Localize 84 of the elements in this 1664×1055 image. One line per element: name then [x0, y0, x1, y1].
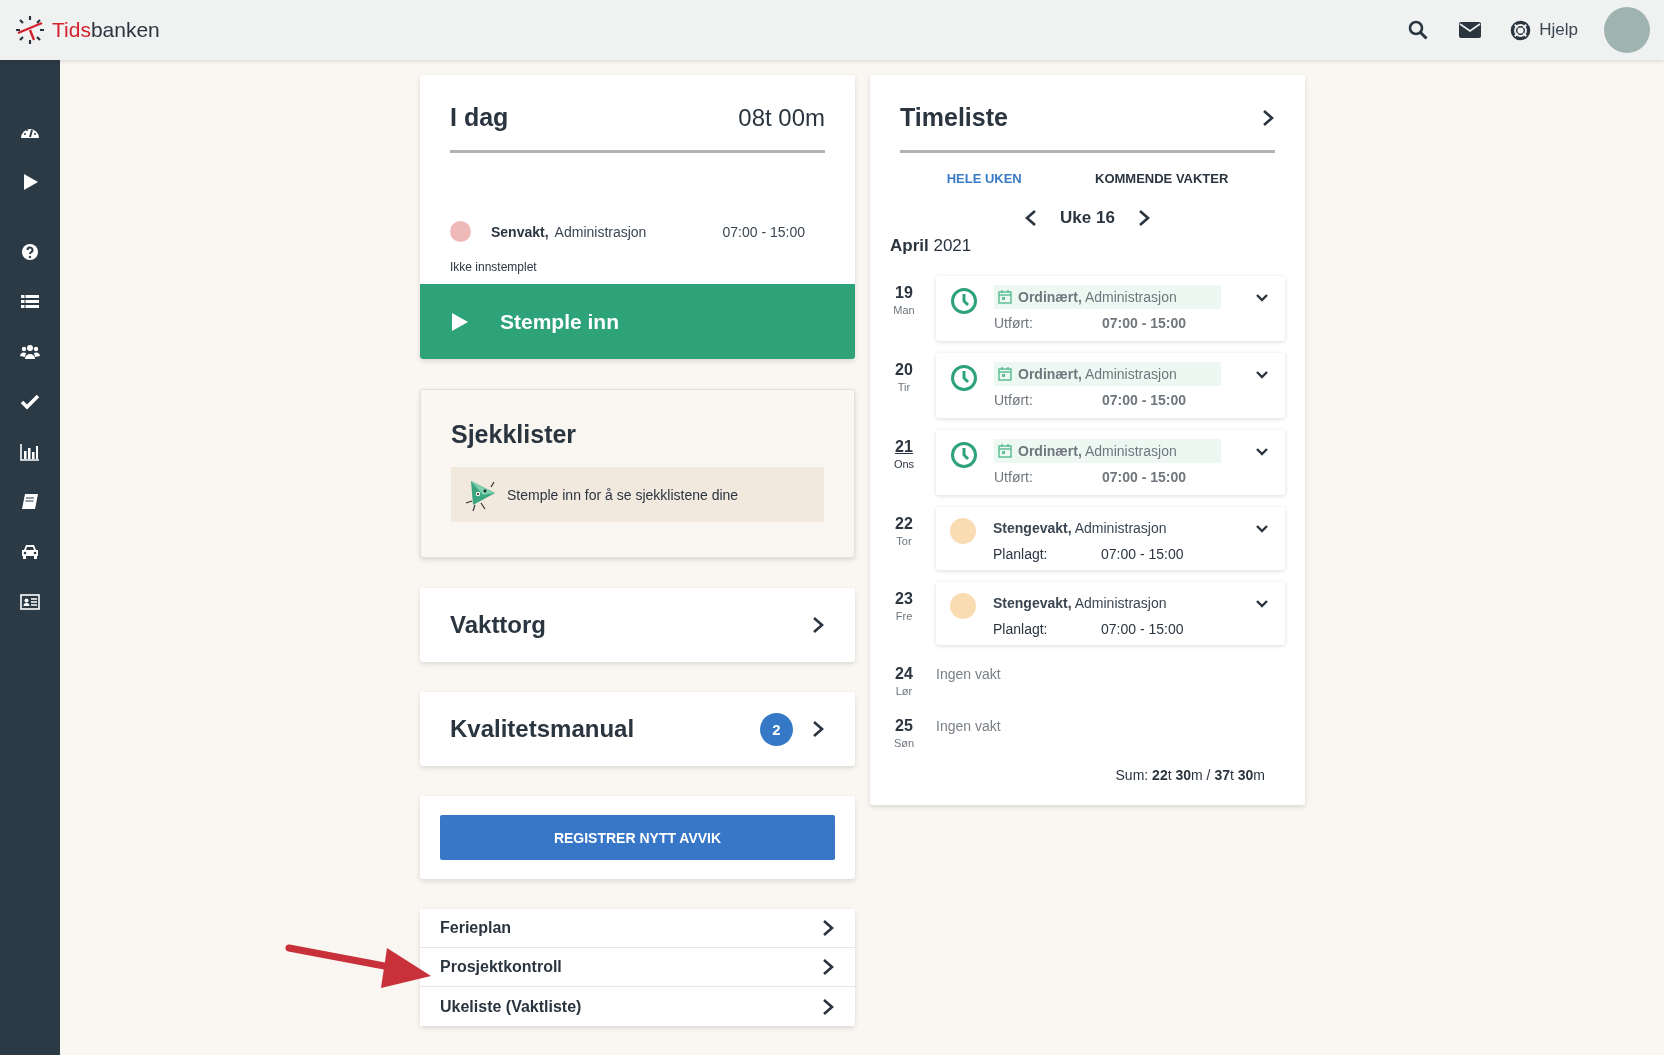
calendar-icon: [998, 290, 1012, 304]
clock-icon: [950, 287, 978, 315]
card-title: I dag: [450, 103, 509, 132]
clock-status: Ikke innstemplet: [450, 260, 537, 274]
chevron-right-icon: [811, 616, 825, 634]
users-icon[interactable]: [20, 342, 40, 362]
id-card-icon[interactable]: [20, 592, 40, 612]
day-number: 23: [895, 590, 913, 608]
status-label: Utført:: [994, 315, 1034, 331]
notice-text: Stemple inn for å se sjekklistene dine: [507, 486, 739, 503]
shift-time: 07:00 - 15:00: [1102, 469, 1187, 485]
logo-text: Tidsbanken: [52, 18, 160, 42]
total-hours: 08t 00m: [738, 103, 825, 132]
count-badge: 2: [760, 712, 793, 746]
clock-icon: [950, 364, 978, 392]
chevron-right-icon: [821, 997, 835, 1016]
card-title: Sjekklister: [451, 420, 578, 449]
tab[interactable]: KOMMENDE VAKTER: [1087, 167, 1237, 190]
bar-chart-icon[interactable]: [20, 442, 40, 462]
play-icon: [450, 310, 470, 333]
shift-entry[interactable]: Stengevakt, Administrasjon Planlagt: 07:00 - 15:00: [936, 507, 1285, 570]
register-deviation-button[interactable]: REGISTRER NYTT AVVIK: [440, 815, 835, 860]
day-number: 22: [895, 515, 913, 533]
shift-time: 07:00 - 15:00: [1101, 621, 1184, 637]
status-label: Planlagt:: [993, 621, 1049, 637]
chevron-right-icon: [821, 919, 835, 937]
envelope-icon: [1459, 22, 1482, 38]
shift-label: Stengevakt, Administrasjon: [993, 519, 1168, 538]
menu-link[interactable]: Prosjektkontroll: [420, 948, 855, 987]
weekday: Søn: [893, 737, 915, 749]
help-link[interactable]: Hjelp: [1510, 19, 1578, 41]
day-number: 21: [895, 438, 913, 456]
weekly-sum: Sum: 22t 30m / 37t 30m: [1115, 767, 1265, 783]
shift-entry[interactable]: Ordinært, Administrasjon Utført: 07:00 - 15:00: [936, 353, 1285, 418]
chevron-right-icon: [821, 958, 835, 976]
shift-entry[interactable]: Ordinært, Administrasjon Utført: 07:00 - 15:00: [936, 430, 1285, 495]
shift-entry[interactable]: Stengevakt, Administrasjon Planlagt: 07:00 - 15:00: [936, 582, 1285, 645]
day-number: 20: [895, 361, 913, 379]
car-icon[interactable]: [20, 542, 40, 562]
lifebuoy-icon: [1510, 19, 1532, 41]
day-number: 19: [895, 284, 913, 302]
week-label: Uke 16: [1060, 208, 1115, 228]
calendar-icon: [998, 444, 1012, 458]
status-label: Utført:: [994, 469, 1034, 485]
chevron-right-icon: [811, 720, 825, 738]
chevron-right-icon: [1261, 108, 1275, 127]
help-icon[interactable]: [20, 242, 40, 262]
weekday: Tir: [897, 381, 911, 393]
no-shift-text: Ingen vakt: [936, 717, 1001, 734]
shift-label: Ordinært, Administrasjon: [994, 285, 1221, 309]
open-button[interactable]: [1261, 108, 1275, 127]
calendar-icon: [998, 367, 1012, 381]
clock-icon: [950, 441, 978, 469]
quality-manual-card[interactable]: Kvalitetsmanual 2: [420, 692, 855, 766]
card-title: Timeliste: [900, 103, 1008, 132]
department: Administrasjon: [554, 223, 647, 240]
search-icon: [1408, 20, 1429, 40]
status-label: Planlagt:: [993, 546, 1049, 562]
menu-link[interactable]: Ferieplan: [420, 909, 855, 948]
shift-time: 07:00 - 15:00: [722, 223, 805, 240]
month-label: April 2021: [890, 236, 972, 256]
shift-entry[interactable]: Ordinært, Administrasjon Utført: 07:00 - 15:00: [936, 276, 1285, 341]
shift-time: 07:00 - 15:00: [1102, 392, 1187, 408]
shift-label: Ordinært, Administrasjon: [994, 362, 1221, 386]
shift-label: Ordinært, Administrasjon: [994, 439, 1221, 463]
menu-link[interactable]: Ukeliste (Vaktliste): [420, 987, 855, 1026]
clock-logo-icon: [14, 14, 46, 46]
shift-time: 07:00 - 15:00: [1102, 315, 1187, 331]
shift-market-card[interactable]: Vakttorg: [420, 588, 855, 662]
no-shift-text: Ingen vakt: [936, 665, 1001, 682]
shift-label: Stengevakt, Administrasjon: [993, 594, 1168, 613]
checkmark-icon[interactable]: [20, 392, 40, 412]
weekday: Man: [893, 304, 915, 316]
shift-time: 07:00 - 15:00: [1101, 546, 1184, 562]
shift-name: Senvakt,: [491, 223, 549, 240]
book-icon[interactable]: [20, 492, 40, 512]
status-label: Utført:: [994, 392, 1034, 408]
weekday: Ons: [893, 458, 915, 470]
day-number: 24: [895, 665, 913, 683]
day-number: 25: [895, 717, 913, 735]
weekday: Fre: [895, 610, 913, 622]
weekday: Lør: [895, 685, 913, 697]
weekday: Tor: [896, 535, 912, 547]
tab[interactable]: HELE UKEN: [938, 167, 1030, 190]
